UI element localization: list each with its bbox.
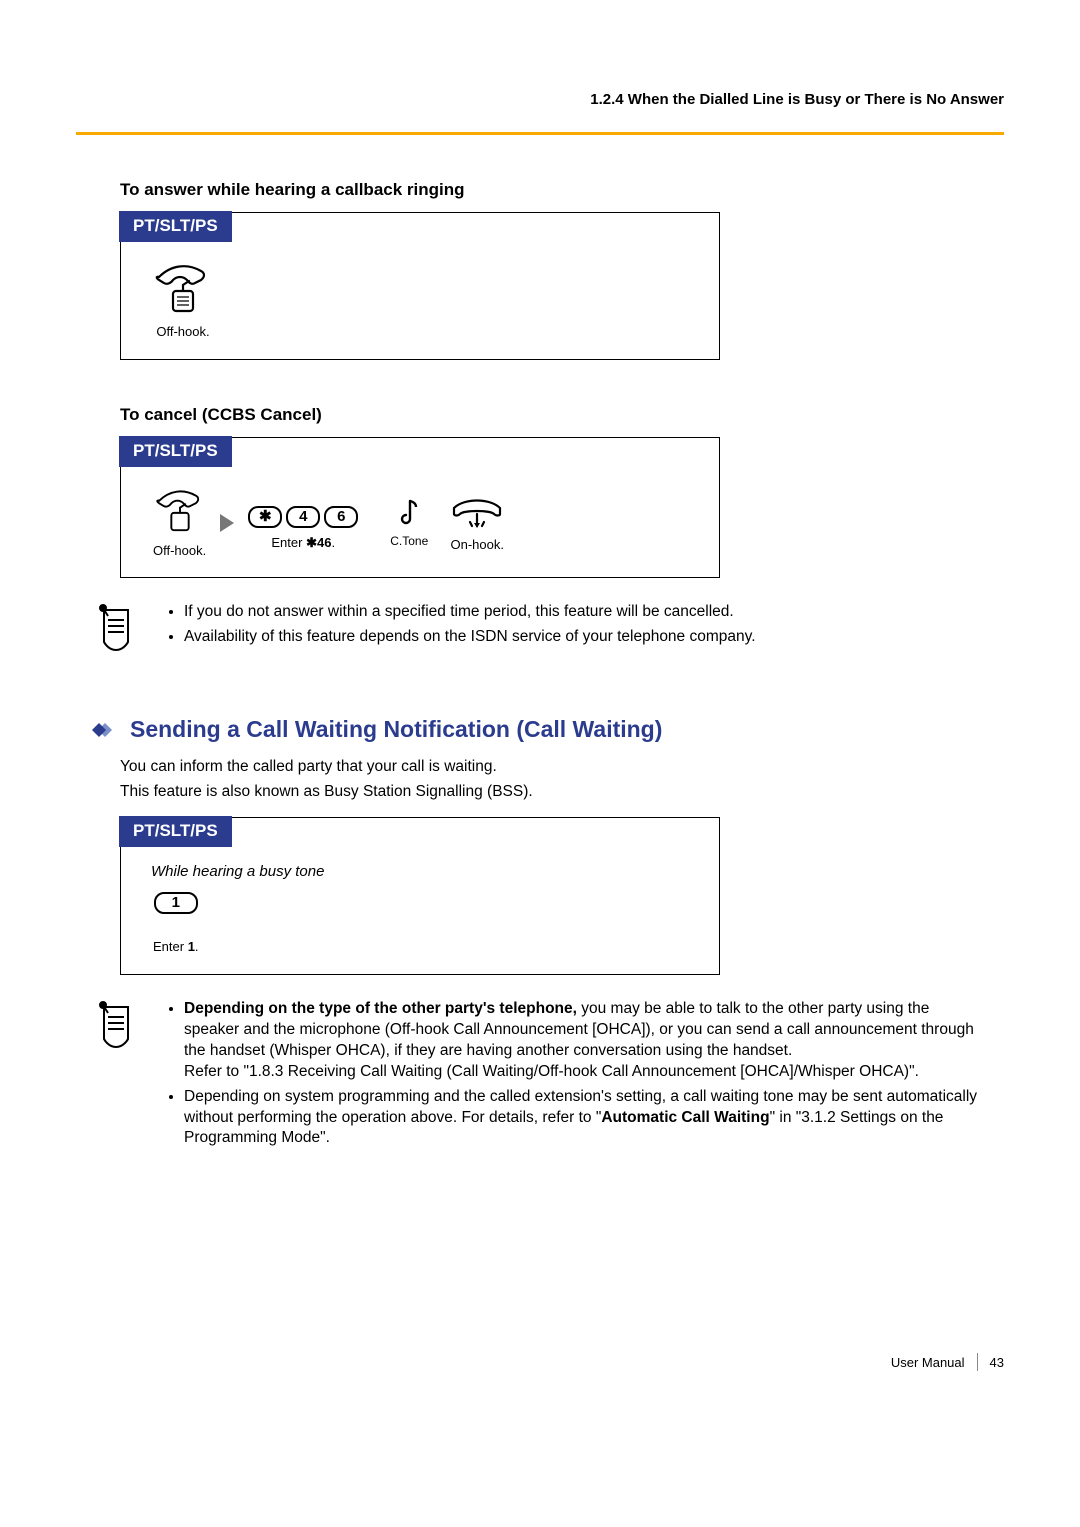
section2-title: To cancel (CCBS Cancel) (120, 404, 1004, 427)
onhook-icon (450, 494, 504, 530)
note-icon (94, 602, 138, 654)
device-tab-1: PT/SLT/PS (119, 211, 232, 242)
ctone-icon (396, 497, 422, 527)
intro-line-1: You can inform the called party that you… (120, 757, 1004, 778)
condition-text: While hearing a busy tone (121, 862, 719, 892)
ctone-label: C.Tone (390, 533, 428, 549)
arrow-icon (220, 514, 234, 532)
key-1: 1 (154, 892, 198, 914)
intro-line-2: This feature is also known as Busy Stati… (120, 782, 1004, 803)
notes-list-2: Depending on the type of the other party… (166, 999, 986, 1153)
diamond-bullet-icon (90, 719, 120, 741)
note-icon (94, 999, 138, 1153)
key-4: 4 (286, 506, 320, 528)
footer-label: User Manual (891, 1354, 965, 1372)
step2-enter-caption: Enter ✱46. (271, 534, 335, 552)
footer-divider (977, 1353, 978, 1371)
step1-caption: Off-hook. (156, 323, 209, 341)
step2-offhook-caption: Off-hook. (153, 542, 206, 560)
procedure-box-3: PT/SLT/PS While hearing a busy tone 1 En… (120, 817, 720, 975)
procedure-box-1: PT/SLT/PS Off-hook. (120, 212, 720, 360)
note-item: Availability of this feature depends on … (184, 627, 756, 648)
step2-onhook-caption: On-hook. (451, 536, 504, 554)
key-6: 6 (324, 506, 358, 528)
device-tab-3: PT/SLT/PS (119, 816, 232, 847)
notes-list-1: If you do not answer within a specified … (166, 602, 756, 654)
page-number: 43 (990, 1354, 1004, 1372)
step3-enter-caption: Enter 1. (153, 938, 199, 956)
note-item: Depending on the type of the other party… (184, 999, 986, 1083)
key-star: ✱ (248, 506, 282, 528)
offhook-icon (153, 263, 213, 317)
section-heading: Sending a Call Waiting Notification (Cal… (130, 714, 662, 745)
header-rule (76, 132, 1004, 135)
procedure-box-2: PT/SLT/PS Off-hook. ✱ 4 6 Enter (120, 437, 720, 579)
device-tab-2: PT/SLT/PS (119, 436, 232, 467)
note-item: Depending on system programming and the … (184, 1087, 986, 1150)
note-item: If you do not answer within a specified … (184, 602, 756, 623)
section1-title: To answer while hearing a callback ringi… (120, 179, 1004, 202)
offhook-icon (154, 488, 206, 536)
header-breadcrumb: 1.2.4 When the Dialled Line is Busy or T… (76, 90, 1004, 110)
